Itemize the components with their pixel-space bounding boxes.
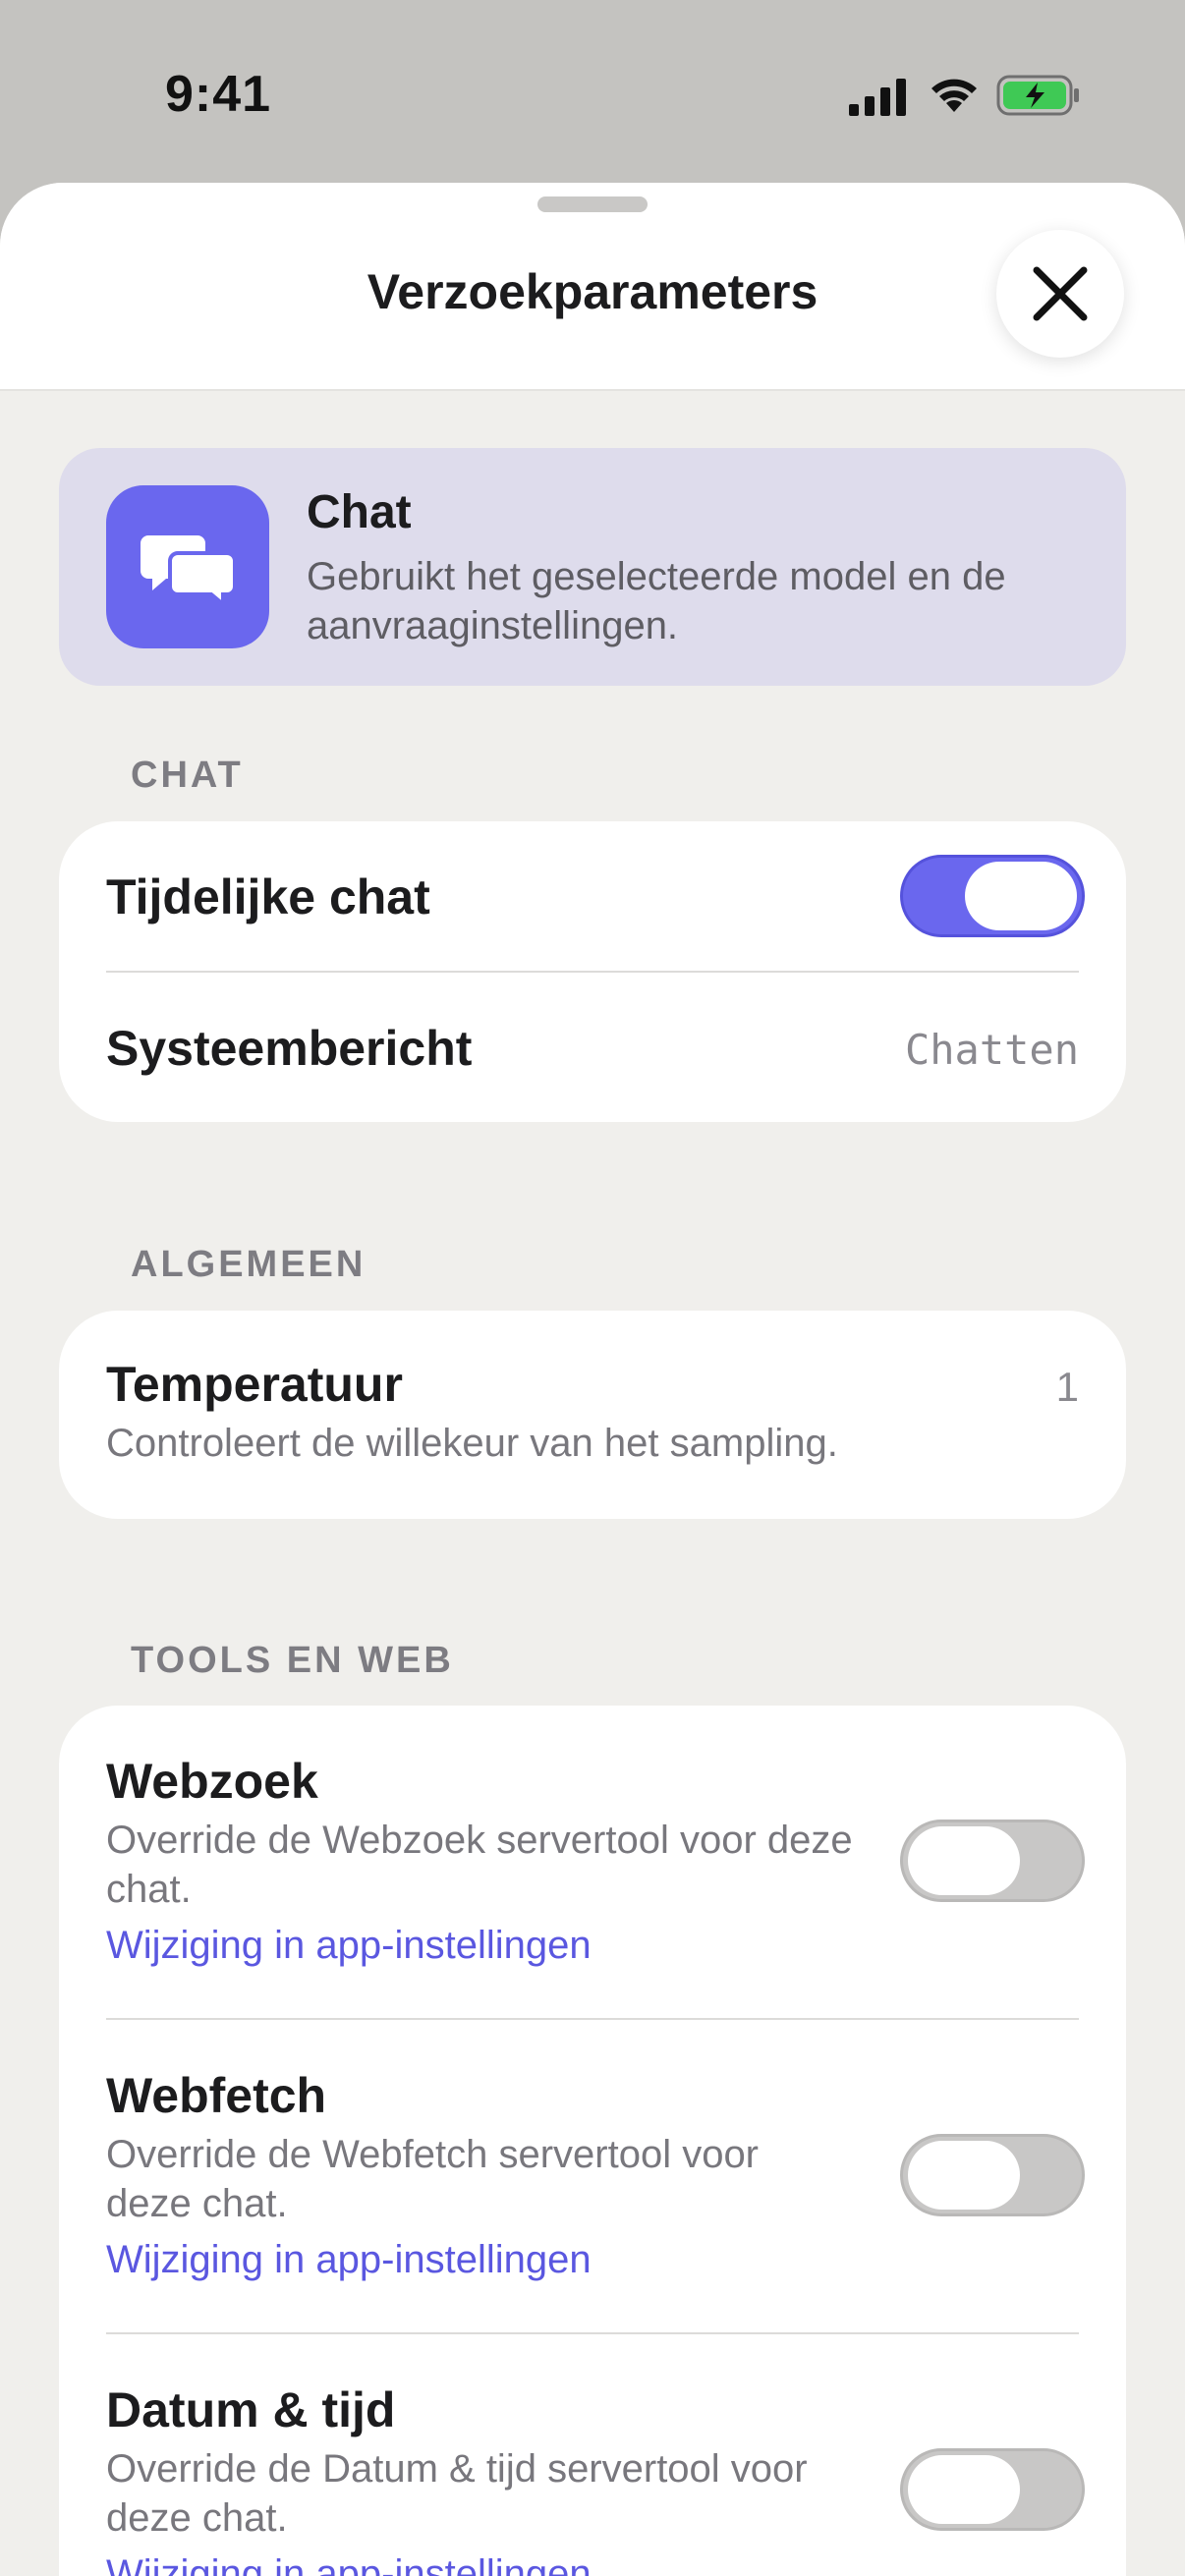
chat-bubbles-icon xyxy=(106,485,269,648)
toggle-knob xyxy=(908,2455,1020,2524)
webfetch-toggle[interactable] xyxy=(900,2134,1085,2216)
section-label-chat: CHAT xyxy=(131,755,244,796)
temperature-label: Temperatuur xyxy=(106,1357,403,1412)
section-label-general: ALGEMEEN xyxy=(131,1244,367,1285)
status-bar: 9:41 xyxy=(0,0,1185,187)
webzoek-toggle[interactable] xyxy=(900,1820,1085,1902)
tool-row-webfetch: Webfetch Override de Webfetch servertool… xyxy=(106,2020,1085,2332)
app-settings-link[interactable]: Wijziging in app-instellingen xyxy=(106,2238,592,2282)
temporary-chat-label: Tijdelijke chat xyxy=(106,869,430,924)
tool-title: Webzoek xyxy=(106,1754,318,1809)
tool-row-datum-tijd: Datum & tijd Override de Datum & tijd se… xyxy=(106,2334,1085,2576)
mode-description: Gebruikt het geselecteerde model en de a… xyxy=(307,555,1006,647)
system-message-row[interactable]: Systeembericht Chatten xyxy=(106,973,1079,1122)
app-settings-link[interactable]: Wijziging in app-instellingen xyxy=(106,2552,592,2576)
close-button[interactable] xyxy=(996,230,1124,358)
tool-row-webzoek: Webzoek Override de Webzoek servertool v… xyxy=(106,1706,1085,2018)
system-message-value: Chatten xyxy=(904,1026,1079,1074)
temperature-row[interactable]: Temperatuur Controleert de willekeur van… xyxy=(106,1311,1079,1519)
battery-charging-icon xyxy=(996,75,1079,116)
temperature-description: Controleert de willekeur van het samplin… xyxy=(106,1422,838,1465)
tool-title: Datum & tijd xyxy=(106,2382,396,2437)
tools-settings-group: Webzoek Override de Webzoek servertool v… xyxy=(59,1706,1126,2576)
temperature-value: 1 xyxy=(1055,1364,1079,1410)
wifi-icon xyxy=(931,79,977,112)
datum-tijd-toggle[interactable] xyxy=(900,2448,1085,2531)
temporary-chat-toggle[interactable] xyxy=(900,855,1085,937)
toggle-knob xyxy=(908,2141,1020,2210)
app-settings-link[interactable]: Wijziging in app-instellingen xyxy=(106,1924,592,1968)
cellular-signal-icon xyxy=(849,79,906,116)
mode-title: Chat xyxy=(307,486,412,538)
system-message-label: Systeembericht xyxy=(106,1021,473,1076)
chat-settings-group: Tijdelijke chat Systeembericht Chatten xyxy=(59,821,1126,1122)
sheet-grabber[interactable] xyxy=(537,196,648,212)
general-settings-group: Temperatuur Controleert de willekeur van… xyxy=(59,1311,1126,1519)
temporary-chat-row[interactable]: Tijdelijke chat xyxy=(106,821,1085,971)
chat-mode-card: Chat Gebruikt het geselecteerde model en… xyxy=(59,448,1126,686)
close-icon xyxy=(1033,266,1088,321)
tool-description: Override de Webzoek servertool voor deze… xyxy=(106,1819,853,1911)
toggle-knob xyxy=(908,1826,1020,1895)
sheet-header: Verzoekparameters xyxy=(0,183,1185,391)
tool-description: Override de Webfetch servertool voor dez… xyxy=(106,2133,760,2225)
toggle-knob xyxy=(965,862,1077,930)
status-time: 9:41 xyxy=(165,66,272,123)
tool-title: Webfetch xyxy=(106,2068,327,2123)
request-parameters-sheet: Verzoekparameters Chat Gebruikt het gese… xyxy=(0,183,1185,2576)
section-label-tools-web: TOOLS EN WEB xyxy=(131,1640,454,1681)
tool-description: Override de Datum & tijd servertool voor… xyxy=(106,2447,808,2540)
